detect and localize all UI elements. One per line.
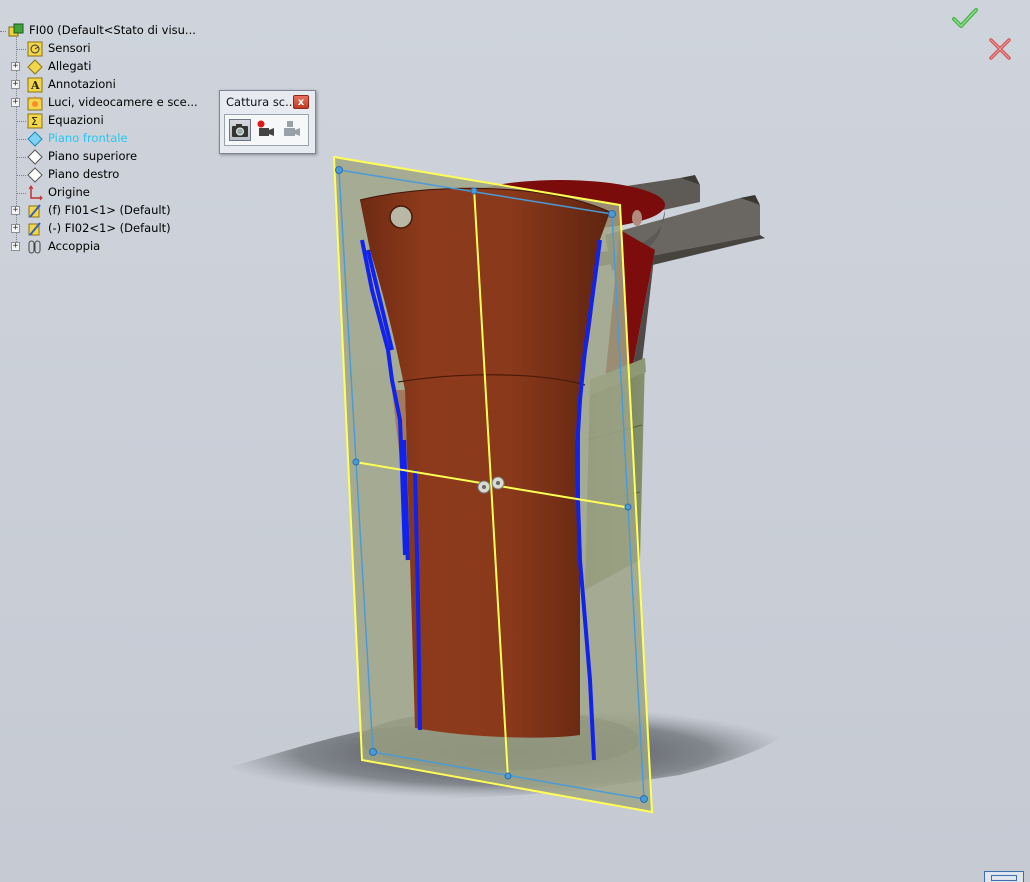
cancel-button[interactable]: [986, 35, 1014, 63]
assembly-icon: [7, 23, 24, 39]
capture-toolbar-title: Cattura sc...: [226, 95, 297, 109]
expand-toggle[interactable]: +: [11, 98, 20, 107]
expand-toggle[interactable]: +: [11, 80, 20, 89]
record-video-button[interactable]: [255, 119, 277, 141]
tree-item-label: (f) FI01<1> (Default): [48, 203, 171, 217]
tree-item-label: Accoppia: [48, 239, 101, 253]
tree-item-label: Equazioni: [48, 113, 104, 127]
svg-text:A: A: [30, 79, 40, 92]
tree-item-label: (-) FI02<1> (Default): [48, 221, 171, 235]
plane-icon: [27, 131, 43, 147]
record-icon: [257, 120, 274, 136]
graphics-area[interactable]: [0, 0, 1030, 882]
tree-item-label: Piano superiore: [48, 149, 138, 163]
capture-image-button[interactable]: [229, 119, 251, 141]
confirm-button[interactable]: [950, 5, 980, 31]
tree-connector: [17, 139, 26, 140]
equation-icon: Σ: [27, 113, 43, 129]
tree-item-label: Piano frontale: [48, 131, 128, 145]
tree-item-label: Allegati: [48, 59, 92, 73]
stop-record-icon: [284, 121, 300, 136]
tree-item-label: Origine: [48, 185, 90, 199]
expand-toggle[interactable]: +: [11, 62, 20, 71]
mates-icon: [27, 239, 43, 255]
tree-connector: [0, 31, 6, 32]
part-icon: [27, 221, 43, 237]
checkmark-icon: [952, 8, 978, 28]
camera-icon: [232, 124, 248, 137]
origin-icon: [27, 185, 43, 201]
tree-root-label: FI00 (Default<Stato di visu...: [29, 23, 196, 37]
tree-connector: [17, 121, 26, 122]
attachment-icon: [27, 59, 43, 75]
annotation-icon: A: [27, 77, 43, 93]
tree-item-label: Piano destro: [48, 167, 120, 181]
capture-toolbar-buttons: [224, 114, 309, 146]
model-view[interactable]: [0, 0, 1030, 882]
capture-toolbar[interactable]: Cattura sc... x: [219, 90, 316, 154]
capture-toolbar-close-button[interactable]: x: [293, 95, 309, 109]
tree-connector: [17, 157, 26, 158]
tree-connector: [17, 49, 26, 50]
part-icon: [27, 203, 43, 219]
expand-toggle[interactable]: +: [11, 242, 20, 251]
tree-connector: [17, 175, 26, 176]
sensor-icon: [27, 41, 43, 57]
tree-item-label: Sensori: [48, 41, 91, 55]
plane-icon: [27, 149, 43, 165]
stop-record-button[interactable]: [281, 119, 303, 141]
lights-folder-icon: [27, 95, 43, 111]
tree-connector: [17, 193, 26, 194]
svg-text:Σ: Σ: [31, 115, 38, 128]
expand-toggle[interactable]: +: [11, 206, 20, 215]
cancel-x-icon: [989, 38, 1011, 60]
plane-icon: [27, 167, 43, 183]
tree-item-label: Luci, videocamere e sce...: [48, 95, 198, 109]
expand-toggle[interactable]: +: [11, 224, 20, 233]
tree-item-label: Annotazioni: [48, 77, 116, 91]
view-cube-corner[interactable]: [984, 871, 1024, 882]
